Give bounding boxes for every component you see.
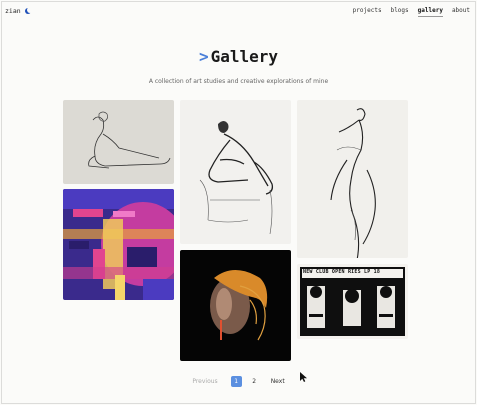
page-title: > Gallery (0, 47, 477, 66)
previous-page-button[interactable]: Previous (192, 378, 217, 385)
brand[interactable]: zian (5, 6, 33, 15)
top-nav: projects blogs gallery about (353, 7, 470, 17)
nav-about[interactable]: about (452, 7, 470, 14)
chevron-prompt-icon: > (198, 47, 209, 66)
nav-projects[interactable]: projects (353, 7, 382, 14)
page-title-text: Gallery (210, 47, 279, 66)
brand-name: zian (5, 7, 21, 15)
gallery-image-seated-figure-sketch[interactable] (63, 100, 174, 184)
moon-icon[interactable] (24, 6, 33, 15)
gallery-image-standing-figure-sketch[interactable] (297, 100, 408, 258)
page-1-button[interactable]: 1 (230, 376, 242, 387)
next-page-button[interactable]: Next (271, 378, 285, 385)
pagination: Previous 1 2 Next (0, 376, 477, 387)
gallery-image-linocut-poster[interactable]: NEW CLUB OPEN RIES LP 18 (297, 264, 408, 339)
page-subtitle: A collection of art studies and creative… (148, 78, 329, 85)
gallery-image-crouching-figure-sketch[interactable] (180, 100, 291, 244)
mouse-cursor-icon (300, 367, 308, 382)
gallery-image-pixel-art[interactable] (63, 189, 174, 300)
nav-blogs[interactable]: blogs (391, 7, 409, 14)
nav-gallery[interactable]: gallery (417, 7, 444, 17)
gallery-image-portrait-digital-art[interactable] (180, 250, 291, 361)
linocut-poster-caption: NEW CLUB OPEN RIES LP 18 (303, 269, 381, 275)
page-2-button[interactable]: 2 (249, 376, 260, 387)
